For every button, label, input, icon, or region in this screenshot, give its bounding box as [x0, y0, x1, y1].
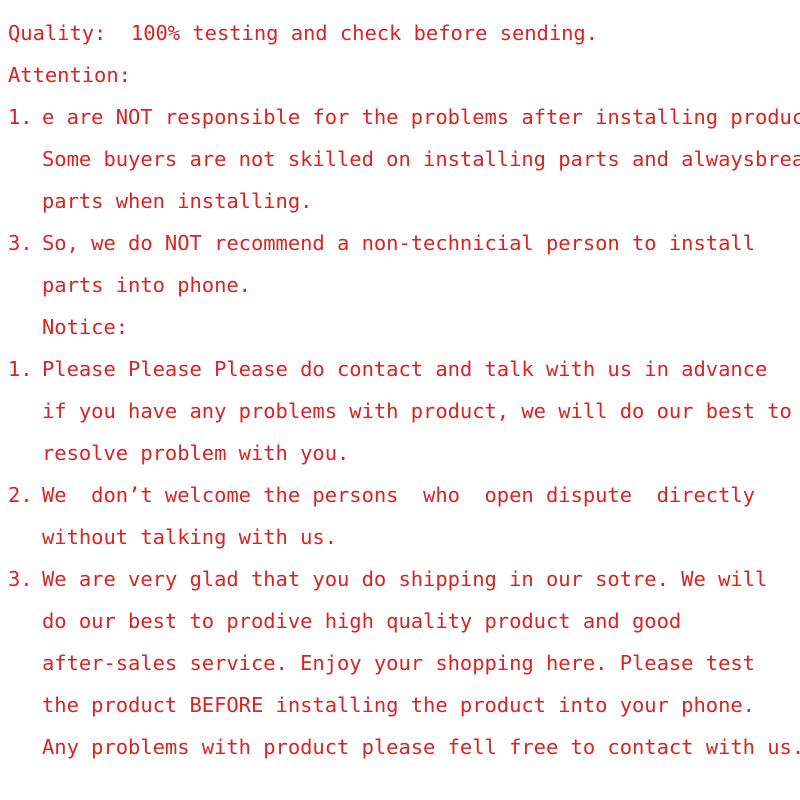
notice-document-body: Quality: 100% testing and check before s… — [8, 12, 800, 768]
notice-item-3-line-2: do our best to prodive high quality prod… — [8, 600, 800, 642]
notice-item-3-line-5: Any problems with product please fell fr… — [8, 726, 800, 768]
attention-item-1-text-2: Some buyers are not skilled on installin… — [42, 147, 800, 171]
notice-item-2-marker: 2. — [8, 483, 33, 507]
notice-item-1-line-1: 1. Please Please Please do contact and ta… — [8, 348, 800, 390]
notice-item-2-line-2: without talking with us. — [8, 516, 800, 558]
attention-item-3-line-2: parts into phone. — [8, 264, 800, 306]
attention-item-3-line-1: 3. So, we do NOT recommend a non-technici… — [8, 222, 800, 264]
notice-heading: Notice: — [8, 306, 800, 348]
notice-item-3-line-3: after-sales service. Enjoy your shopping… — [8, 642, 800, 684]
attention-item-1-marker: 1. — [8, 105, 33, 129]
attention-item-1-line-2: Some buyers are not skilled on installin… — [8, 138, 800, 180]
notice-item-1-text-2: if you have any problems with product, w… — [42, 399, 792, 423]
notice-item-3-text-5: Any problems with product please fell fr… — [42, 735, 800, 759]
attention-item-3-text-2: parts into phone. — [42, 273, 251, 297]
notice-item-2-line-1: 2. We don’t welcome the persons who open … — [8, 474, 800, 516]
notice-item-3-line-4: the product BEFORE installing the produc… — [8, 684, 800, 726]
notice-heading-text: Notice: — [42, 315, 129, 339]
notice-item-3-text-4: the product BEFORE installing the produc… — [42, 693, 755, 717]
notice-item-3-marker: 3. — [8, 567, 33, 591]
attention-item-1-line-1: 1. e are NOT responsible for the problems… — [8, 96, 800, 138]
quality-heading: Quality: 100% testing and check before s… — [8, 12, 800, 54]
notice-item-1-text-1: Please Please Please do contact and talk… — [42, 357, 768, 381]
attention-item-3-text-1: So, we do NOT recommend a non-technicial… — [42, 231, 755, 255]
attention-heading: Attention: — [8, 54, 800, 96]
document-page: Quality: 100% testing and check before s… — [0, 0, 800, 800]
notice-item-1-line-3: resolve problem with you. — [8, 432, 800, 474]
quality-heading-text: Quality: 100% testing and check before s… — [8, 21, 599, 45]
attention-heading-text: Attention: — [8, 63, 131, 87]
notice-item-3-line-1: 3. We are very glad that you do shipping … — [8, 558, 800, 600]
notice-item-3-text-1: We are very glad that you do shipping in… — [42, 567, 768, 591]
notice-item-2-text-2: without talking with us. — [42, 525, 338, 549]
attention-item-1-text-3: parts when installing. — [42, 189, 313, 213]
notice-item-2-text-1: We don’t welcome the persons who open di… — [42, 483, 755, 507]
attention-item-3-marker: 3. — [8, 231, 33, 255]
notice-item-1-marker: 1. — [8, 357, 33, 381]
notice-item-1-text-3: resolve problem with you. — [42, 441, 350, 465]
notice-item-1-line-2: if you have any problems with product, w… — [8, 390, 800, 432]
notice-item-3-text-2: do our best to prodive high quality prod… — [42, 609, 682, 633]
notice-item-3-text-3: after-sales service. Enjoy your shopping… — [42, 651, 755, 675]
attention-item-1-text-1: e are NOT responsible for the problems a… — [42, 105, 800, 129]
attention-item-1-line-3: parts when installing. — [8, 180, 800, 222]
